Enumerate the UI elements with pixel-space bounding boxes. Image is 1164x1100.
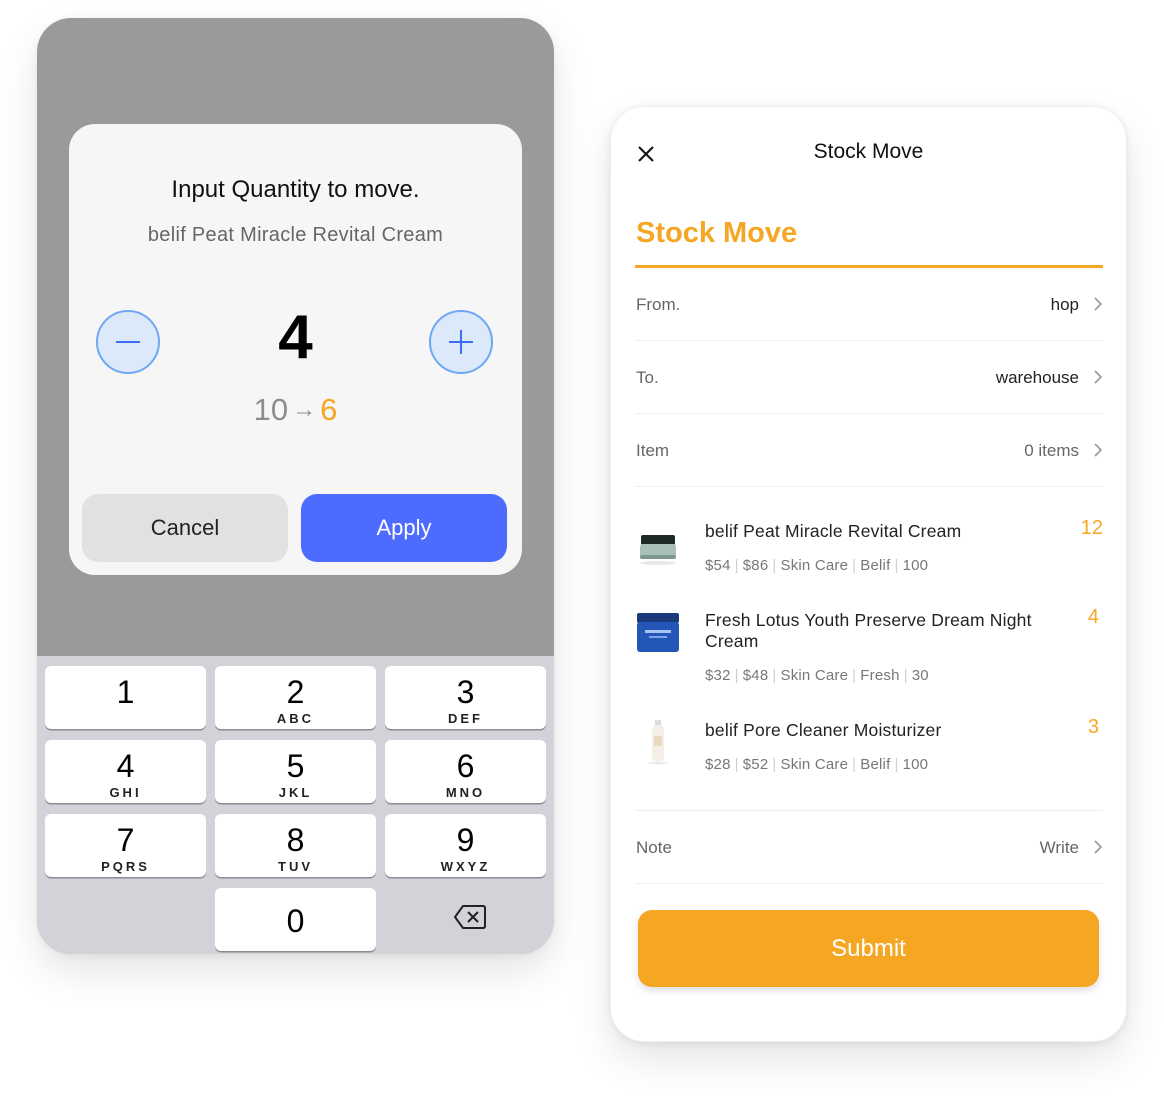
backspace-icon[interactable] (453, 904, 487, 930)
key-letters: JKL (278, 785, 313, 800)
key-letters: ABC (276, 711, 315, 726)
item-row[interactable]: Item 0 items (635, 414, 1103, 487)
item-brand: Belif (860, 756, 891, 773)
night-cream-jar-image (637, 613, 679, 652)
stock-move-screen: Stock Move Stock Move From. hop To. ware… (610, 106, 1127, 1042)
item-quantity: 12 (1080, 517, 1103, 539)
key-5[interactable]: 5 JKL (215, 740, 376, 803)
increment-button[interactable] (429, 310, 493, 374)
key-digit: 4 (116, 748, 135, 784)
key-letters: WXYZ (440, 859, 491, 874)
submit-button[interactable]: Submit (638, 910, 1099, 987)
cream-jar-image (640, 535, 676, 565)
item-category: Skin Care (780, 756, 849, 773)
item-quantity: 4 (1087, 606, 1099, 628)
item-name: belif Peat Miracle Revital Cream (705, 521, 962, 541)
stock-change: 10 → 6 (69, 392, 522, 428)
numeric-keypad: 1 2 ABC 3 DEF 4 GHI 5 JKL 6 MNO 7 PQRS 8 TUV 9W… (37, 656, 554, 954)
key-digit: 7 (116, 822, 135, 858)
to-value: warehouse (995, 368, 1079, 387)
key-digit: 1 (116, 674, 135, 710)
from-value: hop (1050, 295, 1079, 314)
item-price: $48 (742, 667, 769, 684)
key-8[interactable]: 8 TUV (215, 814, 376, 877)
item-meta: $54 | $86 | Skin Care | Belif | 100 (705, 557, 929, 574)
item-meta: $28 | $52 | Skin Care | Belif | 100 (705, 756, 929, 773)
key-digit: 5 (286, 748, 305, 784)
dialog-title: Input Quantity to move. (171, 176, 420, 203)
item-category: Skin Care (780, 557, 849, 574)
to-row[interactable]: To. warehouse (635, 341, 1103, 414)
item-name: Fresh Lotus Youth Preserve Dream Night C… (705, 610, 1032, 651)
key-letters: DEF (448, 711, 483, 726)
item-price: $86 (742, 557, 769, 574)
key-3[interactable]: 3 DEF (385, 666, 546, 729)
key-4[interactable]: 4 GHI (45, 740, 206, 803)
item-brand: Fresh (860, 667, 900, 684)
stock-to: 6 (320, 392, 338, 427)
key-digit: 9 (456, 822, 475, 858)
page-title: Stock Move (636, 217, 798, 249)
item-size: 100 (902, 557, 929, 574)
chevron-right-icon (1094, 370, 1103, 384)
note-row[interactable]: Note Write (635, 811, 1103, 884)
from-label: From. (636, 295, 681, 314)
chevron-right-icon (1094, 443, 1103, 457)
key-letters: GHI (109, 785, 142, 800)
item-category: Skin Care (780, 667, 849, 684)
moisturizer-bottle-image (648, 720, 668, 765)
item-size: 100 (902, 756, 929, 773)
note-label: Note (636, 838, 672, 857)
chevron-right-icon (1094, 297, 1103, 311)
key-letters: TUV (278, 859, 313, 874)
key-digit: 2 (286, 674, 305, 710)
chevron-right-icon (1094, 840, 1103, 854)
item-label: Item (636, 441, 670, 460)
key-9[interactable]: 9 WXYZ (385, 814, 546, 877)
key-7[interactable]: 7 PQRS (45, 814, 206, 877)
key-digit: 3 (456, 674, 475, 710)
key-1[interactable]: 1 (45, 666, 206, 729)
item-count: 0 items (1024, 441, 1079, 460)
nav-title: Stock Move (813, 140, 924, 163)
to-label: To. (636, 368, 659, 387)
quantity-dialog: Input Quantity to move. belif Peat Mirac… (69, 124, 522, 575)
item-quantity: 3 (1087, 716, 1099, 738)
cancel-button[interactable]: Cancel (82, 494, 288, 562)
plus-icon (449, 330, 473, 354)
key-digit: 0 (286, 903, 305, 939)
item-brand: Belif (860, 557, 891, 574)
item-size: 30 (911, 667, 929, 684)
key-letters: PQRS (101, 859, 150, 874)
key-letters: MNO (445, 785, 486, 800)
item-cost: $32 (705, 667, 731, 684)
from-row[interactable]: From. hop (635, 268, 1103, 341)
item-cost: $28 (705, 756, 731, 773)
item-price: $52 (742, 756, 769, 773)
dialog-product-name: belif Peat Miracle Revital Cream (147, 224, 444, 246)
key-digit: 8 (286, 822, 305, 858)
stock-from: 10 (253, 392, 289, 427)
item-meta: $32 | $48 | Skin Care | Fresh | 30 (705, 667, 929, 684)
item-name: belif Pore Cleaner Moisturizer (705, 720, 942, 740)
key-digit: 6 (456, 748, 475, 784)
note-value: Write (1039, 838, 1079, 857)
quantity-phone-screen: Input Quantity to move. belif Peat Mirac… (37, 18, 554, 954)
key-2[interactable]: 2 ABC (215, 666, 376, 729)
item-cost: $54 (705, 557, 731, 574)
key-6[interactable]: 6 MNO (385, 740, 546, 803)
key-0[interactable]: 0 (215, 888, 376, 951)
arrow-icon: → (292, 396, 317, 423)
apply-button[interactable]: Apply (301, 494, 507, 562)
